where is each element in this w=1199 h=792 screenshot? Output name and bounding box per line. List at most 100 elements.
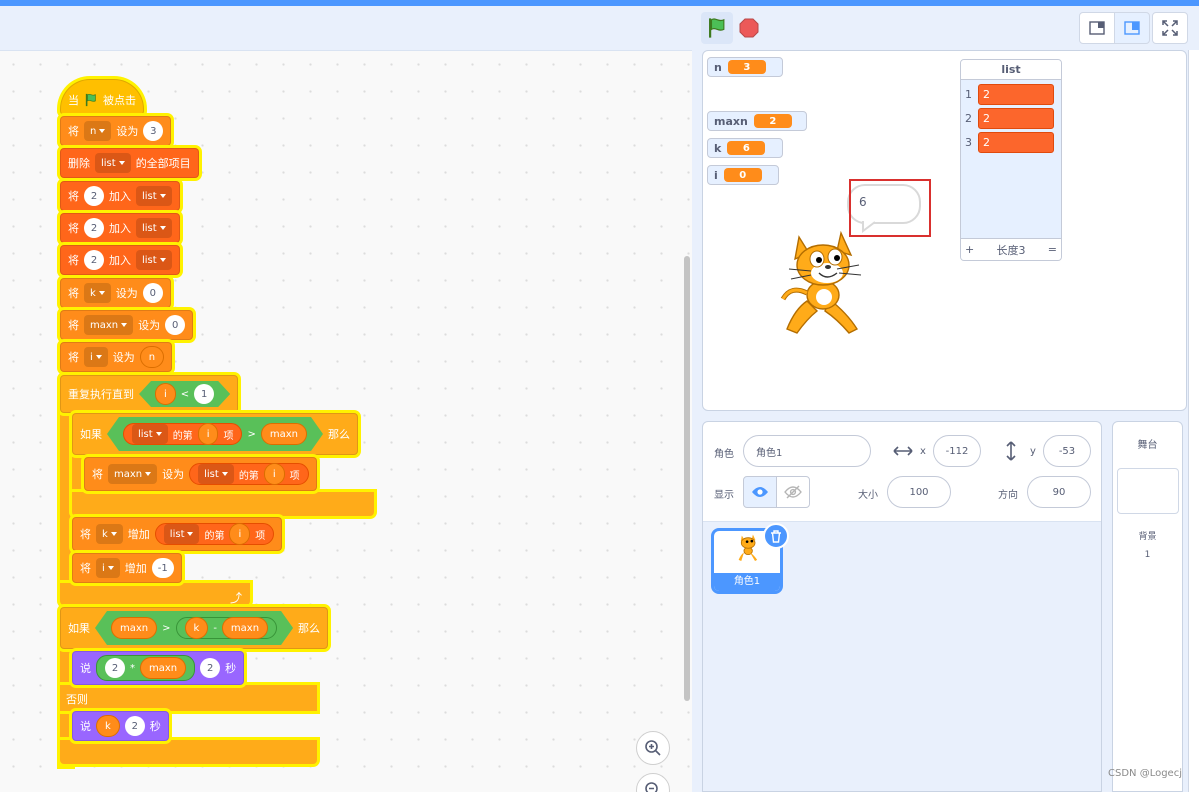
stop-button[interactable] (739, 18, 759, 38)
show-hidden-toggle[interactable] (776, 476, 810, 508)
var-dropdown-maxn[interactable]: maxn (108, 464, 158, 484)
greater-than-operator[interactable]: list 的第 i 项 > maxn (107, 417, 323, 451)
n-reporter[interactable]: n (139, 346, 165, 368)
fullscreen-button[interactable] (1152, 12, 1188, 44)
green-flag-button[interactable] (701, 12, 733, 44)
add-to-list-block-2[interactable]: 将 2 加入 list (60, 213, 180, 243)
small-stage-button[interactable] (1079, 12, 1115, 44)
if-then-block-1[interactable]: 如果 list 的第 i 项 > maxn 那么 (72, 413, 358, 455)
variable-monitor-maxn[interactable]: maxn 2 (707, 111, 807, 131)
set-maxn-block[interactable]: 将 maxn 设为 0 (60, 310, 194, 340)
y-input[interactable]: -53 (1043, 435, 1091, 467)
change-i-value[interactable]: -1 (151, 558, 174, 578)
add-value[interactable]: 2 (84, 218, 104, 238)
x-input[interactable]: -112 (933, 435, 981, 467)
repeat-foot[interactable] (60, 583, 250, 605)
maxn-reporter[interactable]: maxn (111, 617, 157, 639)
maxn-reporter[interactable]: maxn (261, 423, 307, 445)
set-i-block[interactable]: 将 i 设为 n (60, 342, 173, 372)
greater-than-operator[interactable]: maxn > k - maxn (95, 611, 293, 645)
say-seconds[interactable]: 2 (200, 658, 221, 678)
list-add-button[interactable]: + (965, 243, 974, 256)
list-cell[interactable]: 2 (978, 107, 1054, 129)
variable-monitor-i[interactable]: i 0 (707, 165, 779, 185)
size-input[interactable]: 100 (887, 476, 951, 508)
maxn-reporter[interactable]: maxn (140, 657, 187, 679)
set-n-block[interactable]: 将 n 设为 3 (60, 116, 172, 146)
list-dropdown[interactable]: list (136, 186, 172, 206)
direction-input[interactable]: 90 (1027, 476, 1091, 508)
i-reporter[interactable]: i (263, 463, 285, 485)
multiply-operator[interactable]: 2 * maxn (96, 655, 196, 681)
say-for-secs-block-2[interactable]: 说 k 2 秒 (72, 711, 169, 741)
when-flag-clicked-block[interactable]: 当 被点击 (60, 79, 144, 115)
repeat-limit[interactable]: 1 (194, 384, 214, 404)
code-area[interactable]: ⤴ 当 被点击 将 n 设为 3 删除 list 的全部项目 将 2 加入 li… (0, 50, 692, 792)
list-dropdown[interactable]: list (136, 218, 172, 238)
variable-monitor-n[interactable]: n 3 (707, 57, 783, 77)
add-value[interactable]: 2 (84, 250, 104, 270)
var-dropdown-i[interactable]: i (84, 347, 108, 367)
variable-monitor-k[interactable]: k 6 (707, 138, 783, 158)
else-bar[interactable] (60, 685, 317, 711)
less-than-symbol: < (180, 388, 190, 400)
repeat-until-block[interactable]: 重复执行直到 i < 1 (60, 375, 239, 413)
list-dropdown[interactable]: list (132, 424, 168, 444)
list-dropdown[interactable]: list (198, 464, 234, 484)
i-reporter[interactable]: i (155, 383, 176, 405)
set-n-value[interactable]: 3 (143, 121, 164, 141)
maxn-reporter[interactable]: maxn (222, 617, 268, 639)
var-dropdown-maxn[interactable]: maxn (84, 315, 134, 335)
k-reporter[interactable]: k (96, 715, 120, 737)
i-reporter[interactable]: i (229, 523, 251, 545)
item-of-list-reporter[interactable]: list 的第 i 项 (123, 423, 242, 445)
large-stage-button[interactable] (1114, 12, 1150, 44)
list-row[interactable]: 22 (961, 106, 1061, 130)
add-value[interactable]: 2 (84, 186, 104, 206)
var-dropdown-n[interactable]: n (84, 121, 112, 141)
backdrops-count: 1 (1144, 550, 1151, 560)
var-dropdown-k[interactable]: k (96, 524, 123, 544)
delete-all-list-block[interactable]: 删除 list 的全部项目 (60, 148, 199, 178)
say-seconds[interactable]: 2 (124, 716, 145, 736)
add-to-list-block-3[interactable]: 将 2 加入 list (60, 245, 180, 275)
list-dropdown[interactable]: list (163, 524, 200, 544)
zoom-out-button[interactable] (636, 773, 670, 792)
set-k-value[interactable]: 0 (142, 283, 163, 303)
list-row[interactable]: 12 (961, 82, 1061, 106)
list-cell[interactable]: 2 (978, 131, 1054, 153)
list-dropdown[interactable]: list (95, 153, 131, 173)
change-k-block[interactable]: 将 k 增加 list 的第 i 项 (72, 517, 283, 551)
set-maxn-item-block[interactable]: 将 maxn 设为 list 的第 i 项 (84, 457, 317, 491)
list-cell[interactable]: 2 (978, 83, 1054, 105)
change-i-block[interactable]: 将 i 增加 -1 (72, 553, 182, 583)
subtract-operator[interactable]: k - maxn (176, 617, 278, 639)
stage-backdrop-thumbnail[interactable] (1117, 468, 1179, 514)
if-else-block[interactable]: 如果 maxn > k - maxn 那么 (60, 607, 329, 649)
item-of-list-reporter[interactable]: list 的第 i 项 (189, 463, 309, 485)
item-of-list-reporter[interactable]: list 的第 i 项 (154, 523, 275, 545)
say-for-secs-block-1[interactable]: 说 2 * maxn 2 秒 (72, 651, 245, 685)
cat-sprite[interactable] (777, 231, 883, 337)
var-dropdown-k[interactable]: k (84, 283, 111, 303)
code-scrollbar[interactable] (684, 256, 690, 701)
k-reporter[interactable]: k (185, 617, 209, 639)
zoom-in-button[interactable] (636, 731, 670, 765)
var-dropdown-i[interactable]: i (96, 558, 120, 578)
list-dropdown[interactable]: list (136, 250, 172, 270)
set-maxn-value[interactable]: 0 (165, 315, 186, 335)
multiply-left[interactable]: 2 (105, 658, 125, 678)
show-visible-toggle[interactable] (743, 476, 777, 508)
stage-selector[interactable]: 舞台 背景 1 (1112, 421, 1183, 792)
stage[interactable]: n 3 maxn 2 k 6 i 0 list 12 22 32 + 长度3 =… (702, 50, 1187, 411)
i-reporter[interactable]: i (198, 423, 219, 445)
set-k-block[interactable]: 将 k 设为 0 (60, 278, 171, 308)
delete-sprite-button[interactable] (763, 523, 789, 549)
list-monitor[interactable]: list 12 22 32 + 长度3 = (960, 59, 1062, 261)
list-row[interactable]: 32 (961, 130, 1061, 154)
watermark: CSDN @Logecj (1108, 768, 1182, 779)
less-than-operator[interactable]: i < 1 (139, 381, 230, 407)
add-to-list-block-1[interactable]: 将 2 加入 list (60, 181, 180, 211)
list-resize-handle[interactable]: = (1048, 243, 1057, 256)
sprite-name-input[interactable]: 角色1 (743, 435, 871, 467)
